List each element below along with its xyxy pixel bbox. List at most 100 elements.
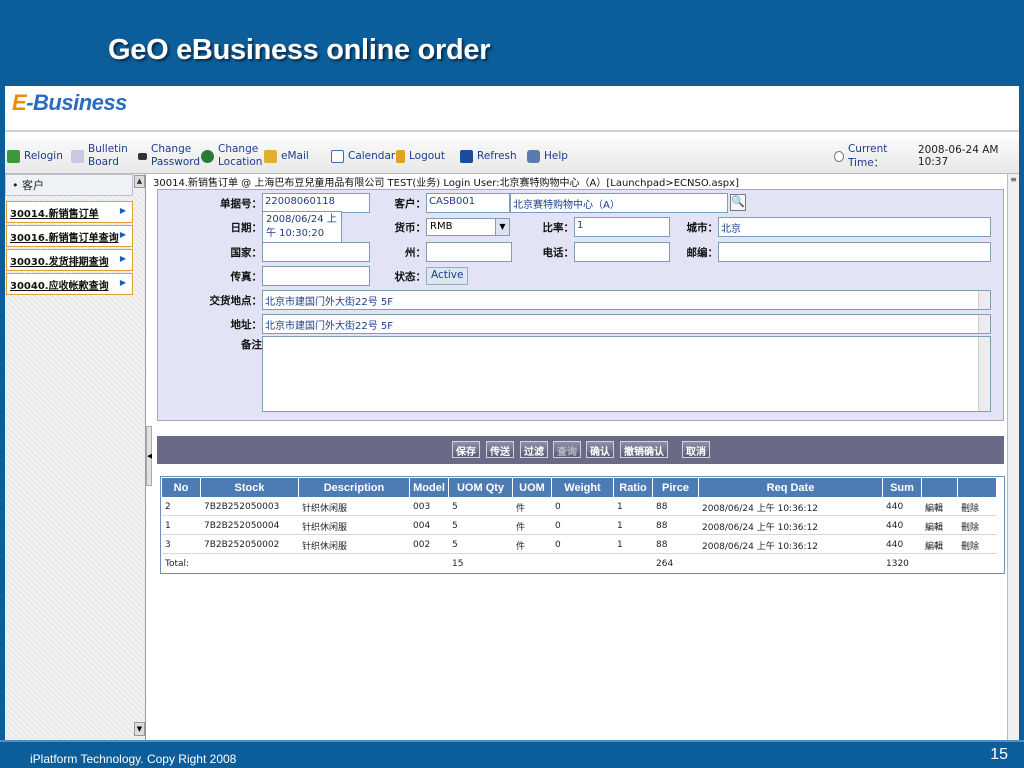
cell-sum: 440 [886,521,904,531]
date-label: 日期： [230,222,263,234]
column-header-uom[interactable]: UOM [513,478,552,497]
email-icon [264,149,277,163]
column-header-sum[interactable]: Sum [883,478,922,497]
delivery-field[interactable]: 北京市建国门外大街22号 5F [262,290,991,310]
sidebar-item-sales-order-query[interactable]: 30016.新销售订单查询 ▶ [6,225,133,247]
table-row[interactable]: 1 7B2B252050004 针织休闲服 004 5 件 0 1 88 2008/06/24 上… [162,517,997,535]
customer-search-icon[interactable]: 🔍 [730,194,746,211]
calendar-button[interactable]: Calendar [331,138,395,174]
query-button[interactable]: 查询 [553,441,581,458]
delete-link[interactable]: 刪除 [958,517,997,535]
state-field[interactable] [426,242,512,262]
change-password-button[interactable]: Change Password [138,138,200,174]
order-form: 单据号： 22008060118 客户： CASB001 北京赛特购物中心（A）… [157,189,1004,421]
remark-textarea[interactable] [262,336,991,412]
table-row[interactable]: 3 7B2B252050002 针织休闲服 002 5 件 0 1 88 2008/06/24 上… [162,536,997,554]
currency-select[interactable]: RMB ▼ [426,218,510,236]
sidebar-item-new-sales-order[interactable]: 30014.新销售订单 ▶ [6,201,133,223]
rate-field[interactable]: 1 [574,217,670,237]
sidebar-item-shipment-schedule[interactable]: 30030.发货排期查询 ▶ [6,249,133,271]
slide-right-border [1019,86,1024,740]
brand-bar: E-Business [5,86,1019,134]
cell-description [299,555,410,573]
cell-req-date: 2008/06/24 上午 10:36:12 [702,522,819,533]
logout-button[interactable]: Logout [396,138,445,174]
save-button[interactable]: 保存 [452,441,480,458]
cell-price: 88 [656,540,668,550]
status-label: 状态： [394,271,427,283]
customer-code-field[interactable]: CASB001 [426,193,510,213]
content-scrollbar[interactable]: ≡ [1007,174,1019,740]
slide-footer: iPlatform Technology. Copy Right 2008 15 [0,740,1024,768]
city-field[interactable]: 北京 [718,217,991,237]
column-header-price[interactable]: Pirce [653,478,699,497]
column-header-model[interactable]: Model [410,478,449,497]
textarea-scrollbar[interactable] [978,337,990,411]
phone-field[interactable] [574,242,670,262]
sidebar-item-receivables[interactable]: 30040.应收帐款查询 ▶ [6,273,133,295]
field-scrollbar[interactable] [978,315,990,333]
change-location-button[interactable]: Change Location [201,138,262,174]
cell-uom: 件 [516,541,526,552]
help-button[interactable]: Help [527,138,568,174]
zip-field[interactable] [718,242,991,262]
cancel-button[interactable]: 取消 [682,441,710,458]
column-header-stock[interactable]: Stock [201,478,299,497]
cell-model: 002 [413,540,431,550]
customer-name-field[interactable]: 北京赛特购物中心（A） [510,193,728,213]
remark-label: 备注 [241,339,262,351]
status-badge: Active [426,267,469,285]
cell-uom-qty: 5 [452,502,458,512]
refresh-button[interactable]: Refresh [460,138,517,174]
edit-link[interactable]: 編輯 [922,517,958,535]
cell-uom: 件 [516,503,526,514]
slide-title: GeO eBusiness online order [108,34,491,66]
dropdown-arrow-icon: ▼ [495,219,509,235]
cell-ratio: 1 [617,502,623,512]
app-window: E-Business Relogin Bulletin Board Change P… [5,86,1019,740]
cell-sum: 440 [886,502,904,512]
brand-divider [5,130,1019,132]
globe-icon [201,149,214,163]
column-header-weight[interactable]: Weight [552,478,614,497]
column-header-description[interactable]: Description [299,478,410,497]
column-header-uom-qty[interactable]: UOM Qty [449,478,513,497]
chevron-right-icon: ▶ [119,254,126,263]
cancel-confirm-button[interactable]: 撤销确认 [620,441,668,458]
date-field[interactable]: 2008/06/24 上午 10:30:20 [262,211,342,245]
order-no-field[interactable]: 22008060118 [262,193,370,213]
side-scroll-down-button[interactable]: ▼ [134,722,145,736]
field-scrollbar[interactable] [978,291,990,309]
send-button[interactable]: 传送 [486,441,514,458]
cell-uom-qty: 5 [452,521,458,531]
relogin-button[interactable]: Relogin [7,138,63,174]
fax-field[interactable] [262,266,370,286]
chevron-right-icon: ▶ [119,230,126,239]
address-field[interactable]: 北京市建国门外大街22号 5F [262,314,991,334]
column-header-req-date[interactable]: Req Date [699,478,883,497]
bulletin-board-button[interactable]: Bulletin Board [71,138,128,174]
table-header: No Stock Description Model UOM Qty UOM Weight R… [162,478,997,497]
filter-button[interactable]: 过滤 [520,441,548,458]
side-scroll-up-button[interactable]: ▲ [134,175,145,188]
cell-stock [201,555,299,573]
main-content: 30014.新销售订单 @ 上海巴布豆兒童用品有限公司 TEST(业务) Log… [152,174,1019,740]
table-row[interactable]: 2 7B2B252050003 针织休闲服 003 5 件 0 1 88 2008/06/24 上… [162,498,997,516]
country-field[interactable] [262,242,370,262]
confirm-button[interactable]: 确认 [586,441,614,458]
cell-stock: 7B2B252050003 [204,502,280,512]
delete-link[interactable]: 刪除 [958,498,997,516]
delete-link[interactable]: 刪除 [958,536,997,554]
email-button[interactable]: eMail [264,138,309,174]
cell-ratio: 1 [617,540,623,550]
column-header-ratio[interactable]: Ratio [614,478,653,497]
cell-req-date: 2008/06/24 上午 10:36:12 [702,541,819,552]
zip-label: 邮编： [686,247,719,259]
side-menu-header[interactable]: • 客户 [5,174,133,196]
cell-weight: 0 [555,502,561,512]
edit-link[interactable]: 編輯 [922,498,958,516]
column-header-no[interactable]: No [162,478,201,497]
scroll-up-arrow-icon[interactable]: ≡ [1008,174,1019,186]
cell-weight: 0 [555,540,561,550]
edit-link[interactable]: 編輯 [922,536,958,554]
